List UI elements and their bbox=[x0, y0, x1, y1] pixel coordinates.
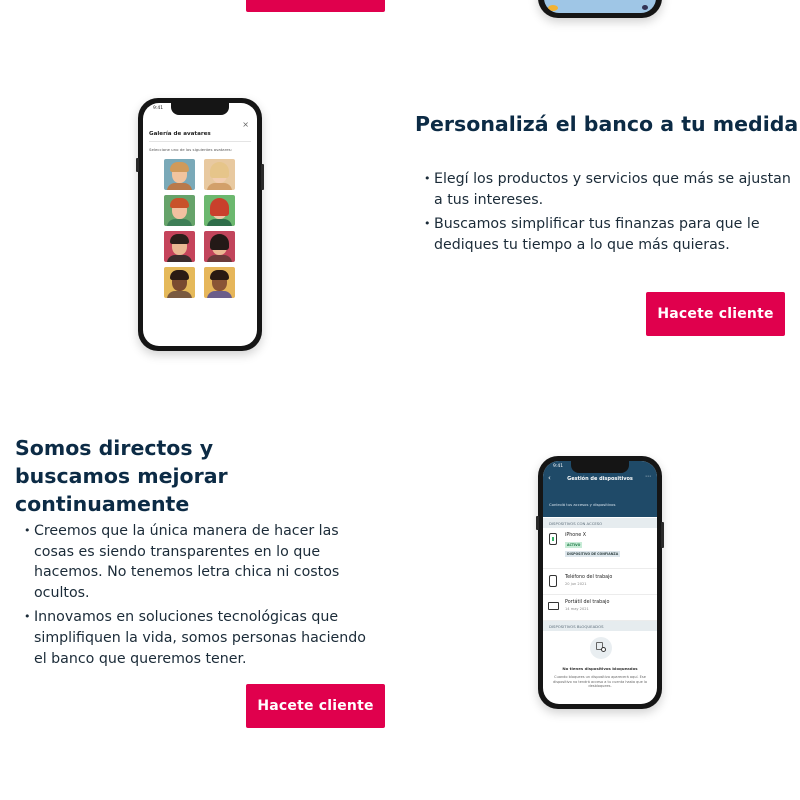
section-blocked-header: DISPOSITIVOS BLOQUEADOS bbox=[543, 621, 657, 631]
device-name: iPhone X bbox=[565, 533, 587, 538]
hacete-cliente-button[interactable]: Hacete cliente bbox=[246, 684, 385, 728]
intro-text: Controlá tus accesos y dispositivos bbox=[549, 502, 616, 507]
device-name: Teléfono del trabajo bbox=[565, 575, 613, 580]
screen-title: Galería de avatares bbox=[149, 131, 211, 137]
device-date: 14 may 2021 bbox=[565, 607, 589, 611]
section1-bullets: Elegí los productos y servicios que más … bbox=[415, 169, 793, 259]
screen-title: Gestión de dispositivos bbox=[567, 476, 633, 482]
trust-badge: DISPOSITIVO DE CONFIANZA bbox=[565, 551, 621, 557]
more-icon[interactable]: ⋯ bbox=[645, 473, 651, 480]
avatar-option[interactable] bbox=[204, 231, 235, 262]
avatar-option[interactable] bbox=[164, 231, 195, 262]
section2-bullet: Innovamos en soluciones tecnológicas que… bbox=[15, 607, 377, 669]
phone-screen: 9:41 Galería de avatares × Seleccione un… bbox=[143, 103, 257, 346]
avatar-option[interactable] bbox=[204, 267, 235, 298]
section1-bullet: Buscamos simplificar tus finanzas para q… bbox=[415, 214, 793, 255]
status-time: 9:41 bbox=[553, 464, 564, 469]
top-cta-button[interactable] bbox=[246, 0, 385, 12]
hacete-cliente-button[interactable]: Hacete cliente bbox=[646, 292, 785, 336]
device-date: 20 jun 2021 bbox=[565, 582, 587, 586]
device-name: Portátil del trabajo bbox=[565, 600, 610, 605]
section-access-header: DISPOSITIVOS CON ACCESO bbox=[543, 518, 657, 528]
empty-state-title: No tienes dispositivos bloqueados bbox=[562, 666, 638, 671]
laptop-icon bbox=[548, 602, 559, 610]
section2-bullet: Creemos que la única manera de hacer las… bbox=[15, 521, 377, 603]
section2-title: Somos directos y buscamos mejorar contin… bbox=[15, 436, 228, 516]
device-management-phone: 9:41 ‹ Gestión de dispositivos ⋯ Control… bbox=[536, 456, 664, 709]
section1-title: Personalizá el banco a tu medida bbox=[415, 112, 799, 136]
avatar-option[interactable] bbox=[164, 267, 195, 298]
device-row[interactable]: Portátil del trabajo 14 may 2021 bbox=[543, 596, 657, 621]
top-phone-partial bbox=[538, 0, 662, 18]
avatar-option[interactable] bbox=[204, 195, 235, 226]
phone-icon bbox=[549, 575, 557, 587]
phone-icon bbox=[549, 533, 557, 545]
avatar-option[interactable] bbox=[164, 159, 195, 190]
section2-bullets: Creemos que la única manera de hacer las… bbox=[15, 521, 377, 673]
lock-search-icon bbox=[590, 637, 612, 659]
avatar-option[interactable] bbox=[164, 195, 195, 226]
avatar-option[interactable] bbox=[204, 159, 235, 190]
empty-state-text: Cuando bloquees un dispositivo aparecerá… bbox=[553, 675, 647, 689]
section1-bullet: Elegí los productos y servicios que más … bbox=[415, 169, 793, 210]
phone-screen: 9:41 ‹ Gestión de dispositivos ⋯ Control… bbox=[543, 461, 657, 704]
close-icon[interactable]: × bbox=[242, 120, 249, 129]
status-badge: ACTIVO bbox=[565, 542, 583, 548]
device-row[interactable]: iPhone X ACTIVO DISPOSITIVO DE CONFIANZA bbox=[543, 529, 657, 569]
screen-subtitle: Seleccione uno de los siguientes avatare… bbox=[149, 147, 232, 152]
status-time: 9:41 bbox=[153, 106, 164, 111]
avatar-gallery-phone: 9:41 Galería de avatares × Seleccione un… bbox=[136, 98, 264, 351]
device-row[interactable]: Teléfono del trabajo 20 jun 2021 bbox=[543, 570, 657, 595]
